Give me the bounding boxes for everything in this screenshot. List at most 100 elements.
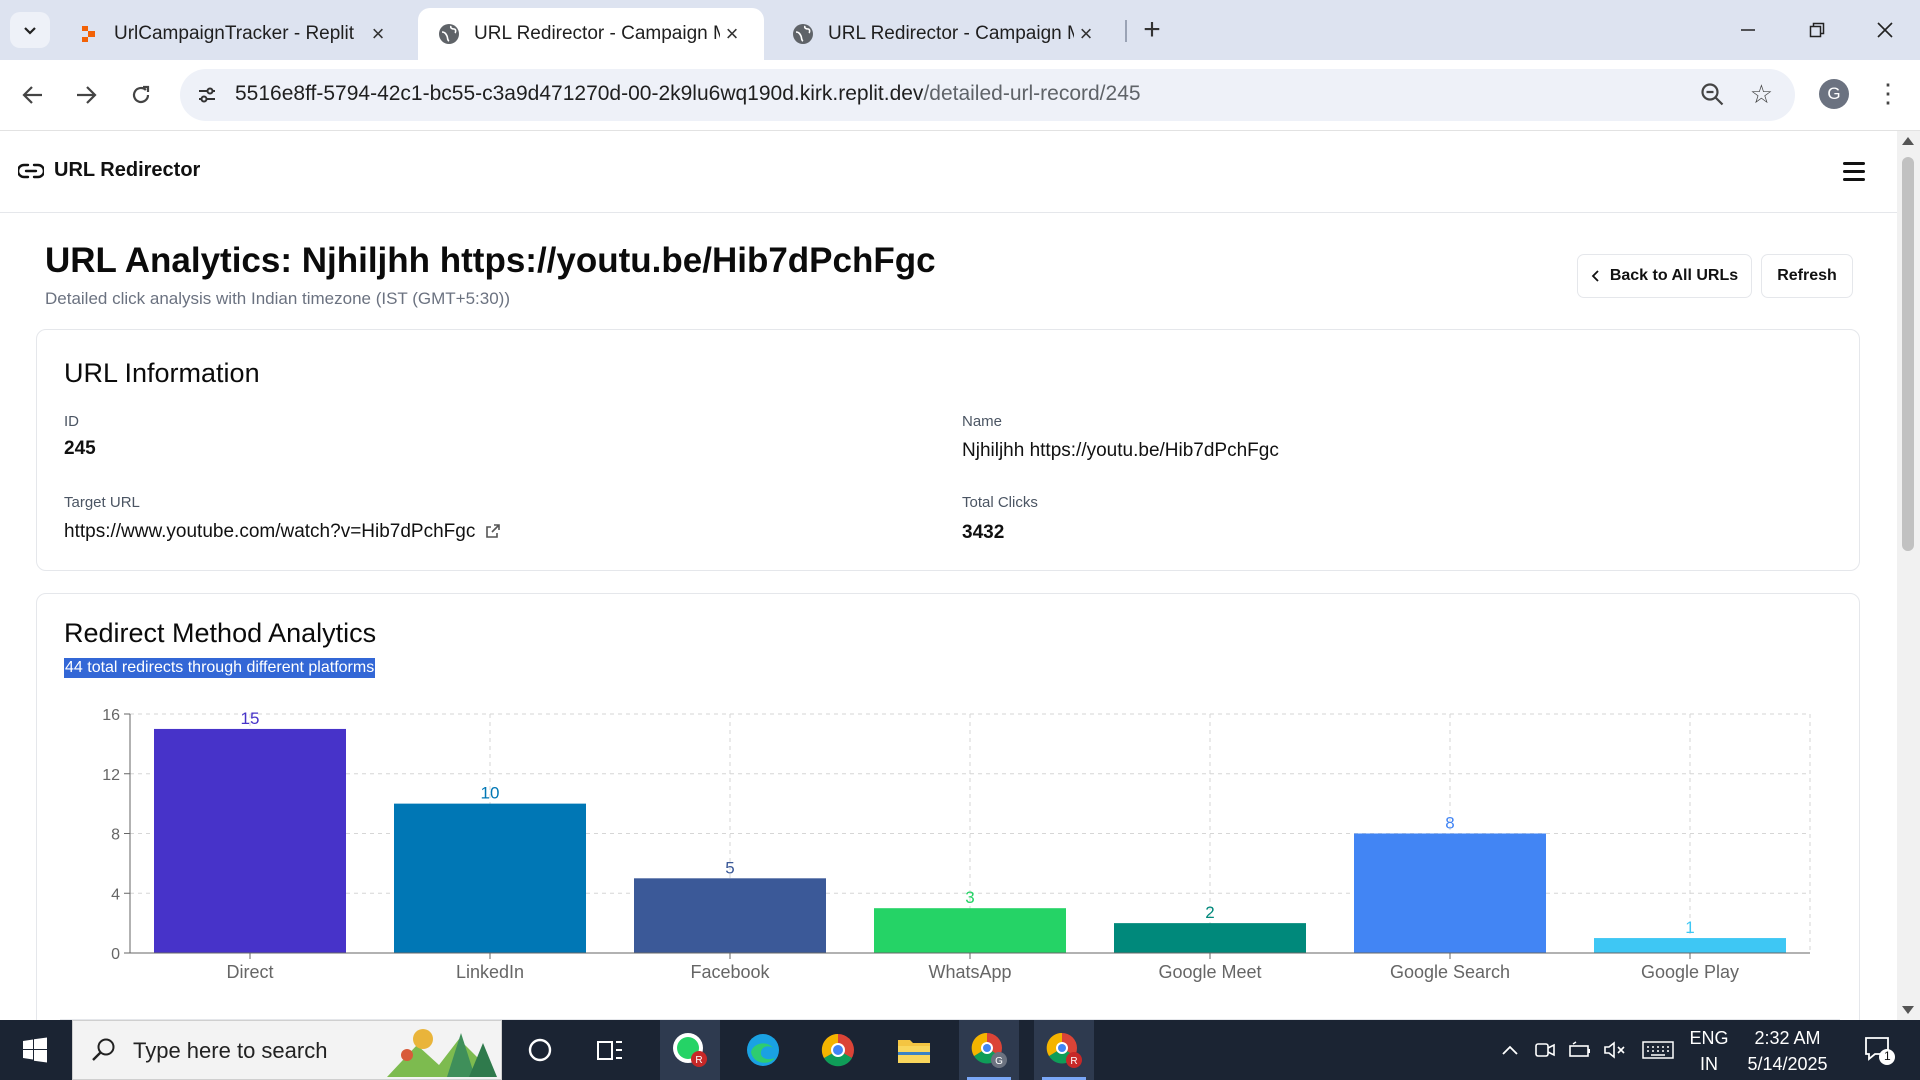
close-icon[interactable]: × bbox=[366, 21, 390, 46]
show-hidden-icons-button[interactable] bbox=[1495, 1020, 1525, 1080]
target-url-link[interactable]: https://www.youtube.com/watch?v=Hib7dPch… bbox=[64, 521, 501, 543]
clock[interactable]: 2:32 AM 5/14/2025 bbox=[1735, 1025, 1840, 1077]
replit-icon bbox=[78, 23, 100, 45]
svg-text:G: G bbox=[995, 1056, 1003, 1067]
search-icon bbox=[92, 1038, 115, 1061]
tab-title: UrlCampaignTracker - Replit bbox=[114, 23, 355, 44]
taskbar-edge[interactable] bbox=[733, 1020, 793, 1080]
link-icon bbox=[18, 163, 44, 178]
bar-value-label: 3 bbox=[965, 888, 974, 907]
back-to-all-urls-button[interactable]: Back to All URLs bbox=[1577, 254, 1752, 298]
globe-icon bbox=[438, 23, 460, 45]
total-clicks-label: Total Clicks bbox=[962, 494, 1038, 511]
notification-icon bbox=[1865, 1037, 1895, 1065]
bookmark-star-icon[interactable]: ☆ bbox=[1750, 79, 1773, 110]
x-tick-label: Facebook bbox=[690, 962, 770, 982]
url-information-card: URL Information ID 245 Name Njhiljhh htt… bbox=[36, 329, 1860, 571]
total-clicks-value: 3432 bbox=[962, 522, 1005, 543]
tab-replit[interactable]: UrlCampaignTracker - Replit × bbox=[58, 8, 410, 60]
browser-toolbar: 5516e8ff-5794-42c1-bc55-c3a9d471270d-00-… bbox=[0, 60, 1920, 131]
restore-button[interactable] bbox=[1792, 10, 1842, 50]
touch-keyboard-button[interactable] bbox=[1638, 1020, 1678, 1080]
target-url-label: Target URL bbox=[64, 494, 140, 511]
x-tick-label: Google Search bbox=[1390, 962, 1510, 982]
region-code: IN bbox=[1700, 1054, 1718, 1074]
language-indicator[interactable]: ENG IN bbox=[1683, 1025, 1735, 1077]
close-icon[interactable]: × bbox=[1074, 21, 1098, 46]
chevron-up-icon bbox=[1502, 1045, 1518, 1055]
x-tick-label: Google Meet bbox=[1158, 962, 1261, 982]
y-tick-label: 0 bbox=[111, 946, 120, 963]
notification-center-button[interactable]: 1 bbox=[1855, 1020, 1905, 1080]
start-button[interactable] bbox=[0, 1020, 70, 1080]
cortana-button[interactable] bbox=[510, 1020, 570, 1080]
x-tick-label: Google Play bbox=[1641, 962, 1739, 982]
taskbar-chrome[interactable] bbox=[808, 1020, 868, 1080]
new-tab-button[interactable]: + bbox=[1135, 14, 1169, 48]
name-value: Njhiljhh https://youtu.be/Hib7dPchFgc bbox=[962, 440, 1279, 461]
arrow-right-icon bbox=[77, 86, 97, 104]
tab-search-button[interactable] bbox=[10, 12, 50, 48]
external-link-icon[interactable] bbox=[485, 523, 501, 539]
volume-button[interactable] bbox=[1600, 1020, 1630, 1080]
y-tick-label: 12 bbox=[102, 767, 120, 784]
page-viewport: URL Redirector URL Analytics: Njhiljhh h… bbox=[0, 131, 1897, 1020]
meet-now-button[interactable] bbox=[1530, 1020, 1560, 1080]
bar-google-meet bbox=[1114, 923, 1306, 953]
close-icon[interactable]: × bbox=[720, 21, 744, 46]
address-url[interactable]: 5516e8ff-5794-42c1-bc55-c3a9d471270d-00-… bbox=[235, 82, 1141, 106]
browser-menu-icon[interactable]: ⋮ bbox=[1875, 78, 1901, 112]
site-settings-icon[interactable] bbox=[194, 82, 220, 108]
url-path: /detailed-url-record/245 bbox=[923, 82, 1141, 105]
taskbar-file-explorer[interactable] bbox=[884, 1020, 944, 1080]
search-placeholder: Type here to search bbox=[133, 1038, 328, 1063]
tab-title: URL Redirector - Campaign Mar bbox=[828, 23, 1074, 44]
svg-text:R: R bbox=[1070, 1056, 1077, 1067]
taskbar-search-box[interactable]: Type here to search bbox=[72, 1020, 502, 1080]
name-label: Name bbox=[962, 413, 1003, 430]
y-tick-label: 8 bbox=[111, 827, 120, 844]
x-tick-label: Direct bbox=[226, 962, 273, 982]
refresh-button-label: Refresh bbox=[1777, 267, 1837, 284]
folder-icon bbox=[898, 1040, 930, 1063]
clock-date: 5/14/2025 bbox=[1747, 1054, 1828, 1074]
task-view-button[interactable] bbox=[580, 1020, 640, 1080]
taskbar-chrome-profile-r[interactable]: R bbox=[1034, 1020, 1094, 1080]
reload-button[interactable] bbox=[121, 75, 161, 115]
forward-nav-button[interactable] bbox=[66, 75, 106, 115]
bar-value-label: 1 bbox=[1685, 918, 1694, 937]
close-window-button[interactable] bbox=[1860, 10, 1910, 50]
taskbar-chrome-profile-g[interactable]: G bbox=[959, 1020, 1019, 1080]
battery-icon bbox=[1569, 1041, 1590, 1057]
tab-url-redirector-active[interactable]: URL Redirector - Campaign Mar × bbox=[418, 8, 764, 60]
minimize-icon bbox=[1741, 29, 1755, 31]
notification-count: 1 bbox=[1884, 1049, 1891, 1063]
address-bar[interactable]: 5516e8ff-5794-42c1-bc55-c3a9d471270d-00-… bbox=[180, 69, 1795, 121]
brand[interactable]: URL Redirector bbox=[18, 159, 200, 182]
target-url-text: https://www.youtube.com/watch?v=Hib7dPch… bbox=[64, 521, 476, 542]
bar-value-label: 10 bbox=[481, 784, 500, 803]
hamburger-menu-icon[interactable] bbox=[1843, 162, 1865, 181]
back-nav-button[interactable] bbox=[13, 75, 53, 115]
refresh-button[interactable]: Refresh bbox=[1761, 254, 1853, 298]
bar-value-label: 8 bbox=[1445, 814, 1454, 833]
scroll-up-arrow[interactable] bbox=[1902, 137, 1914, 145]
zoom-icon[interactable] bbox=[1699, 81, 1727, 109]
battery-network-button[interactable] bbox=[1565, 1020, 1595, 1080]
x-tick-label: LinkedIn bbox=[456, 962, 524, 982]
redirect-bar-chart: 0481216 15Direct10LinkedIn5Facebook3Whats… bbox=[102, 707, 1811, 982]
chevron-down-icon bbox=[24, 27, 36, 35]
back-button-label: Back to All URLs bbox=[1609, 267, 1739, 284]
x-tick-label: WhatsApp bbox=[928, 962, 1011, 982]
minimize-button[interactable] bbox=[1723, 10, 1773, 50]
profile-avatar[interactable]: G bbox=[1819, 79, 1849, 109]
taskbar-whatsapp-chrome[interactable]: R bbox=[660, 1020, 720, 1080]
y-tick-label: 4 bbox=[111, 886, 120, 903]
chrome-profile-icon: R bbox=[1046, 1032, 1082, 1068]
scrollbar-thumb[interactable] bbox=[1902, 157, 1914, 551]
page-scrollbar[interactable] bbox=[1897, 131, 1920, 1020]
scroll-down-arrow[interactable] bbox=[1902, 1006, 1914, 1014]
bar-facebook bbox=[634, 878, 826, 953]
windows-taskbar: Type here to search R G R ENG IN 2:32 AM… bbox=[0, 1020, 1920, 1080]
tab-url-redirector[interactable]: URL Redirector - Campaign Mar × bbox=[772, 8, 1118, 60]
